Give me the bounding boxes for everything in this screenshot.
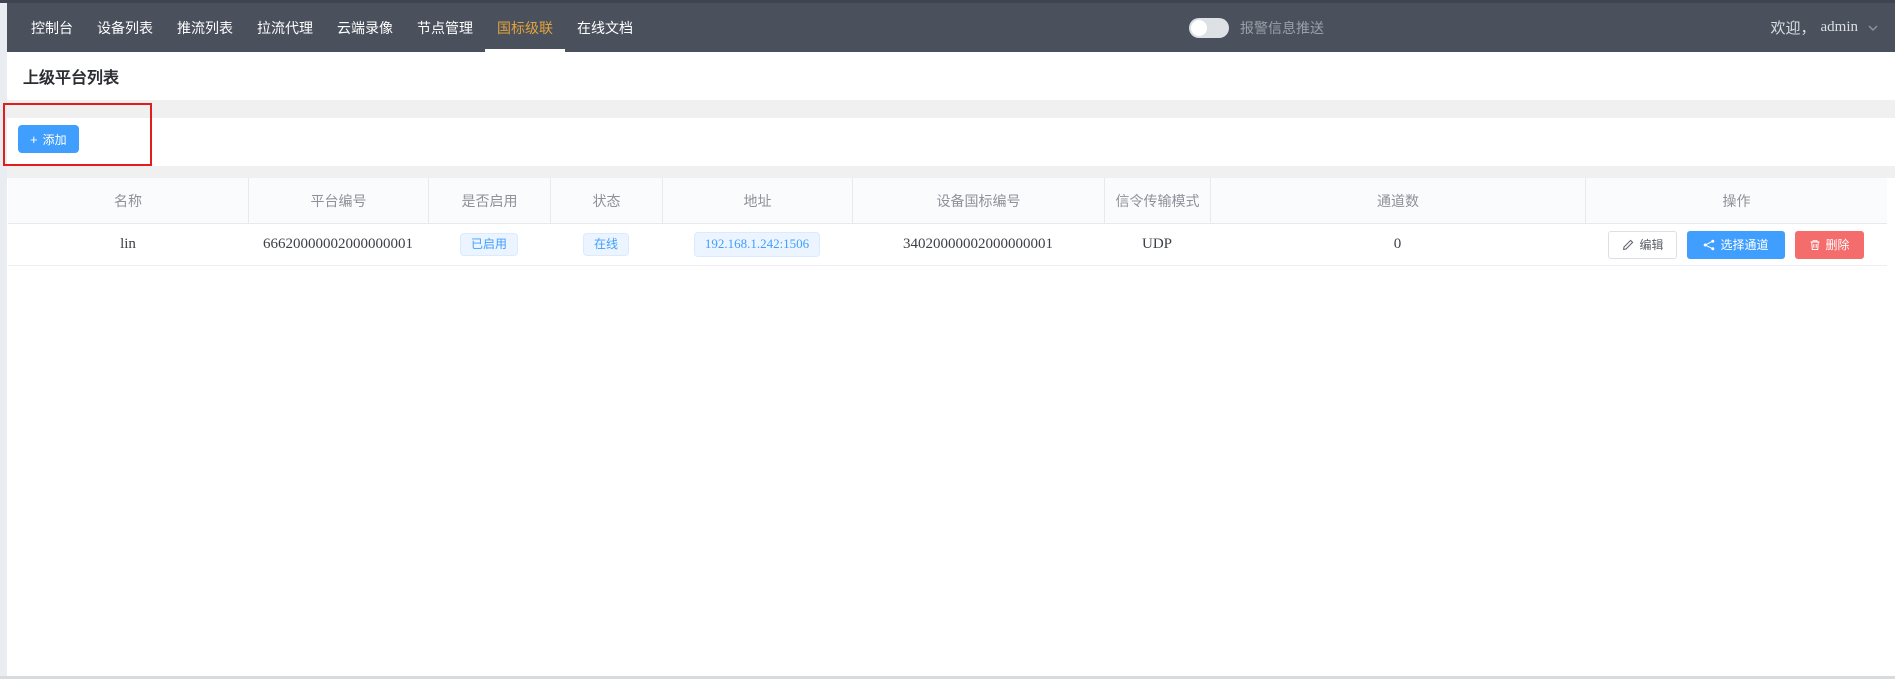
table-header-row: 名称 平台编号 是否启用 状态 地址 设备国标编号 信令传输模式 通道数 操作 — [8, 178, 1887, 224]
column-header-enabled: 是否启用 — [428, 178, 550, 223]
nav-item-node-manage[interactable]: 节点管理 — [405, 3, 485, 52]
column-header-name: 名称 — [8, 178, 248, 223]
toggle-knob — [1191, 20, 1207, 36]
nav-item-push-list[interactable]: 推流列表 — [165, 3, 245, 52]
column-header-status: 状态 — [550, 178, 662, 223]
nav-item-cloud-record[interactable]: 云端录像 — [325, 3, 405, 52]
select-channel-button[interactable]: 选择通道 — [1687, 231, 1784, 259]
left-edge-strip — [0, 3, 7, 679]
page-header: 上级平台列表 — [7, 52, 1895, 100]
nav-item-gb-cascade[interactable]: 国标级联 — [485, 3, 565, 52]
share-icon — [1703, 239, 1715, 251]
address-badge: 192.168.1.242:1506 — [694, 232, 820, 257]
nav-item-device-list[interactable]: 设备列表 — [85, 3, 165, 52]
column-header-actions: 操作 — [1585, 178, 1887, 223]
enabled-badge: 已启用 — [460, 233, 518, 257]
page-title: 上级平台列表 — [23, 64, 119, 88]
status-badge: 在线 — [583, 233, 629, 257]
delete-button-label: 删除 — [1826, 236, 1850, 253]
plus-icon: + — [30, 133, 38, 146]
edit-button-label: 编辑 — [1639, 236, 1663, 253]
cell-name: lin — [8, 236, 248, 253]
user-menu[interactable]: 欢迎， admin — [1770, 3, 1879, 52]
column-header-channel-count: 通道数 — [1210, 178, 1585, 223]
separator-band — [7, 100, 1895, 118]
column-header-transport: 信令传输模式 — [1104, 178, 1210, 223]
platform-table-area: 名称 平台编号 是否启用 状态 地址 设备国标编号 信令传输模式 通道数 操作 … — [7, 178, 1895, 676]
cell-enabled: 已启用 — [428, 233, 550, 257]
platform-table: 名称 平台编号 是否启用 状态 地址 设备国标编号 信令传输模式 通道数 操作 … — [8, 178, 1887, 266]
delete-button[interactable]: 删除 — [1795, 231, 1864, 259]
cell-status: 在线 — [550, 233, 662, 257]
toolbar: + 添加 — [7, 118, 1895, 166]
column-header-device-gb-id: 设备国标编号 — [852, 178, 1104, 223]
cell-address: 192.168.1.242:1506 — [662, 232, 852, 257]
username: admin — [1821, 19, 1859, 36]
table-row: lin 66620000002000000001 已启用 在线 192.168.… — [8, 224, 1887, 266]
cell-transport: UDP — [1104, 236, 1210, 253]
alarm-push-toggle[interactable] — [1189, 18, 1229, 38]
separator-band — [7, 166, 1895, 178]
cell-channel-count: 0 — [1210, 236, 1585, 253]
alarm-push-label: 报警信息推送 — [1240, 3, 1324, 52]
cell-actions: 编辑 选择通道 — [1585, 231, 1887, 259]
edit-button[interactable]: 编辑 — [1608, 231, 1677, 259]
select-channel-label: 选择通道 — [1720, 236, 1768, 253]
cell-device-gb-id: 34020000002000000001 — [852, 236, 1104, 253]
cell-platform-id: 66620000002000000001 — [248, 236, 428, 253]
chevron-down-icon — [1867, 22, 1879, 34]
column-header-platform-id: 平台编号 — [248, 178, 428, 223]
nav-item-online-docs[interactable]: 在线文档 — [565, 3, 645, 52]
trash-icon — [1809, 239, 1821, 251]
add-button-label: 添加 — [43, 131, 67, 148]
welcome-text: 欢迎， — [1770, 17, 1815, 38]
nav-item-pull-proxy[interactable]: 拉流代理 — [245, 3, 325, 52]
nav-item-console[interactable]: 控制台 — [19, 3, 85, 52]
add-button[interactable]: + 添加 — [18, 125, 79, 153]
row-actions: 编辑 选择通道 — [1608, 231, 1863, 259]
pencil-icon — [1622, 239, 1634, 251]
top-navbar: 控制台 设备列表 推流列表 拉流代理 云端录像 节点管理 国标级联 在线文档 报… — [7, 3, 1895, 52]
column-header-address: 地址 — [662, 178, 852, 223]
